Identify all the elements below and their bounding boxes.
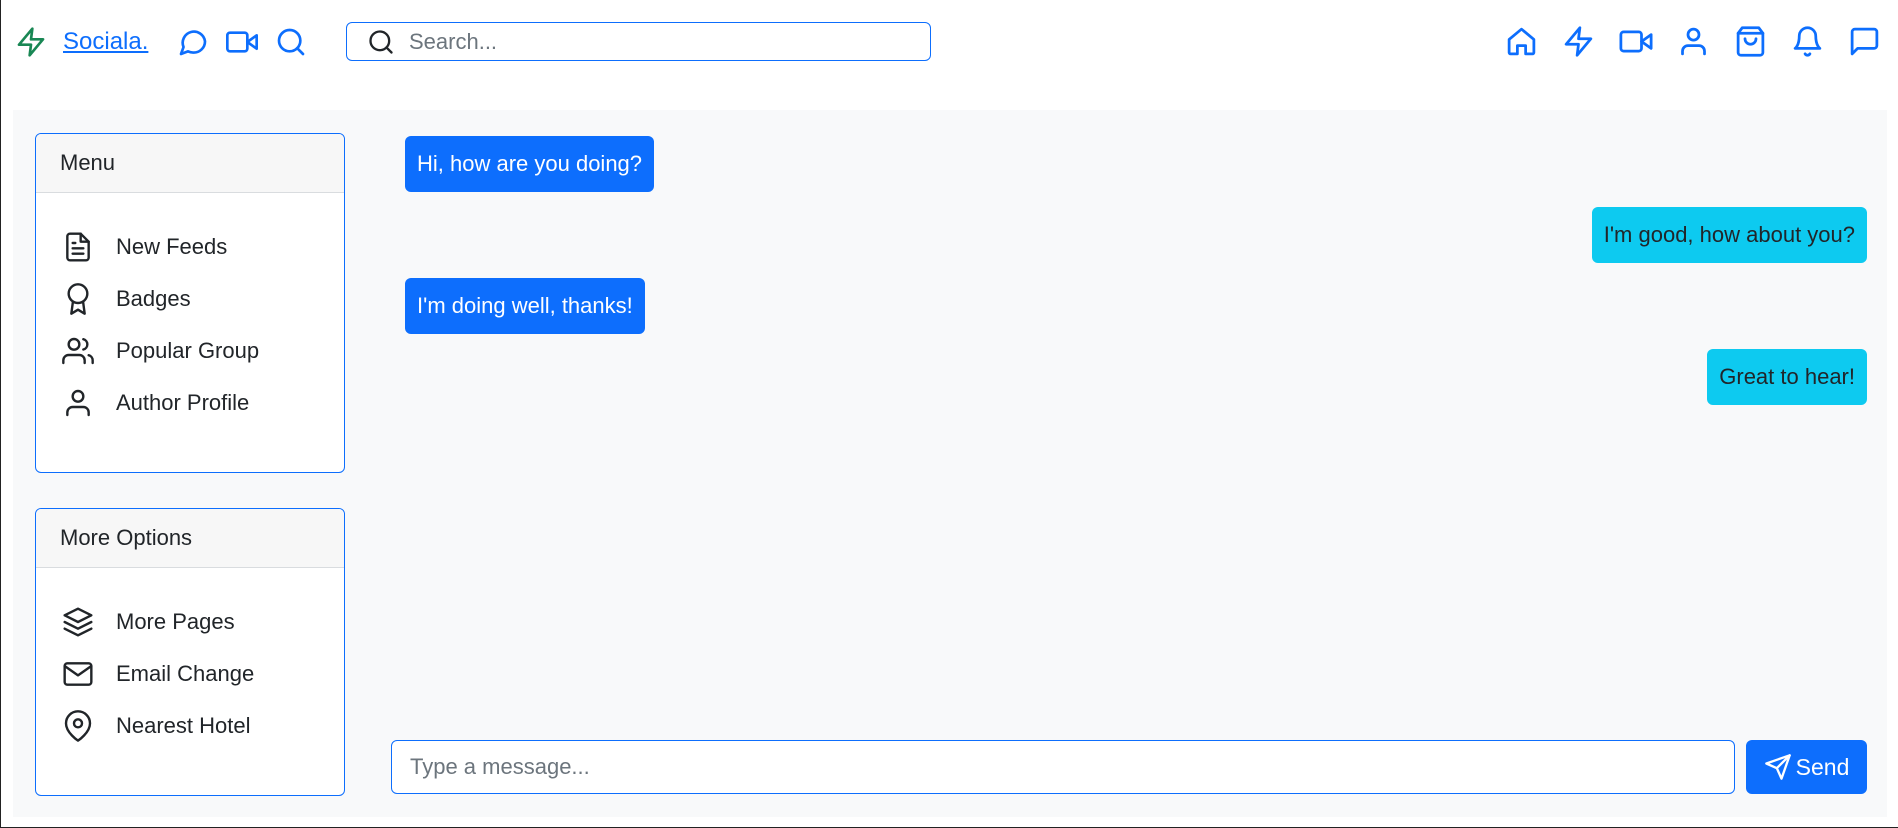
message-composer: Send bbox=[391, 740, 1867, 796]
users-icon bbox=[62, 337, 94, 365]
message-row: Hi, how are you doing? bbox=[393, 136, 1867, 207]
more-options-list: More Pages Email Change Nearest Hotel bbox=[36, 568, 344, 752]
video-camera-icon[interactable] bbox=[1619, 25, 1653, 58]
sidebar-item-popular-group[interactable]: Popular Group bbox=[36, 325, 344, 377]
brand: Sociala. bbox=[15, 22, 148, 62]
message-row: I'm doing well, thanks! bbox=[393, 278, 1867, 349]
map-pin-icon bbox=[64, 710, 92, 742]
send-icon bbox=[1764, 754, 1791, 780]
chat-bubble-icon[interactable] bbox=[177, 26, 209, 58]
video-camera-icon[interactable] bbox=[225, 26, 259, 58]
sent-message-bubble: I'm doing well, thanks! bbox=[405, 278, 645, 334]
sent-message-bubble: Hi, how are you doing? bbox=[405, 136, 655, 192]
chat-thread: Hi, how are you doing? I'm good, how abo… bbox=[393, 136, 1867, 420]
more-options-card: More Options More Pages Email Change Nea… bbox=[35, 508, 345, 796]
left-nav-icons bbox=[177, 26, 307, 58]
sidebar-item-label: Badges bbox=[116, 286, 191, 311]
award-icon bbox=[67, 283, 89, 315]
brand-link[interactable]: Sociala. bbox=[63, 28, 148, 56]
lightning-icon bbox=[15, 26, 47, 58]
message-input[interactable] bbox=[391, 740, 1735, 794]
user-icon[interactable] bbox=[1677, 25, 1710, 58]
message-row: I'm good, how about you? bbox=[393, 207, 1867, 278]
search-icon bbox=[367, 28, 395, 56]
mail-icon bbox=[63, 662, 93, 686]
sidebar-item-new-feeds[interactable]: New Feeds bbox=[36, 221, 344, 273]
home-icon[interactable] bbox=[1505, 25, 1538, 58]
sidebar-item-label: Popular Group bbox=[116, 338, 260, 363]
sidebar-item-more-pages[interactable]: More Pages bbox=[36, 596, 344, 648]
top-navbar: Sociala. bbox=[1, 0, 1898, 110]
sidebar-item-label: Author Profile bbox=[116, 390, 250, 415]
received-message-bubble: Great to hear! bbox=[1707, 349, 1867, 405]
search-input[interactable] bbox=[409, 28, 889, 55]
menu-card-title: Menu bbox=[36, 134, 344, 193]
lightning-icon[interactable] bbox=[1562, 25, 1595, 58]
main-content: Menu New Feeds Badges Popular Group Auth… bbox=[13, 110, 1887, 817]
shopping-bag-icon[interactable] bbox=[1734, 25, 1767, 58]
sidebar-item-badges[interactable]: Badges bbox=[36, 273, 344, 325]
received-message-bubble: I'm good, how about you? bbox=[1591, 207, 1867, 263]
sidebar-item-author-profile[interactable]: Author Profile bbox=[36, 377, 344, 429]
menu-card: Menu New Feeds Badges Popular Group Auth… bbox=[35, 133, 345, 473]
bell-icon[interactable] bbox=[1791, 25, 1824, 58]
menu-list: New Feeds Badges Popular Group Author Pr… bbox=[36, 193, 344, 429]
sidebar-item-label: New Feeds bbox=[116, 234, 228, 259]
search-bar bbox=[346, 22, 931, 61]
sidebar-item-label: More Pages bbox=[116, 609, 235, 634]
sidebar-item-label: Email Change bbox=[116, 661, 255, 686]
send-button[interactable]: Send bbox=[1746, 740, 1867, 794]
sidebar-item-nearest-hotel[interactable]: Nearest Hotel bbox=[36, 700, 344, 752]
sidebar-item-label: Nearest Hotel bbox=[116, 713, 251, 738]
sidebar-item-email-change[interactable]: Email Change bbox=[36, 648, 344, 700]
message-square-icon[interactable] bbox=[1848, 25, 1881, 58]
search-icon[interactable] bbox=[275, 26, 307, 58]
more-options-card-title: More Options bbox=[36, 509, 344, 568]
document-icon bbox=[66, 232, 90, 262]
right-nav-icons bbox=[1505, 25, 1881, 58]
user-icon bbox=[66, 389, 90, 417]
send-button-label: Send bbox=[1795, 753, 1850, 780]
layers-icon bbox=[63, 607, 93, 637]
message-row: Great to hear! bbox=[393, 349, 1867, 420]
